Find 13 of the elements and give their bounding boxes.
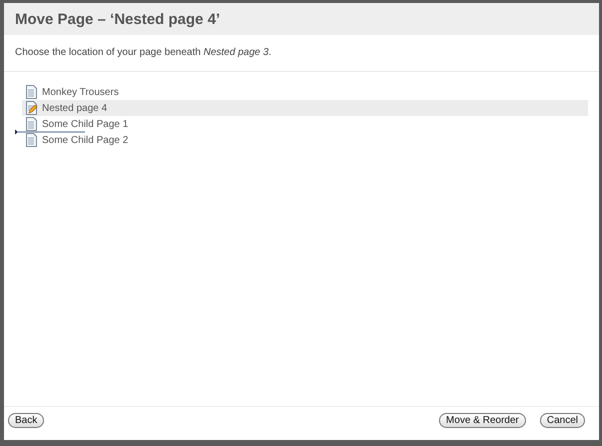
- page-icon: [25, 85, 38, 99]
- page-icon: [25, 133, 38, 147]
- page-item[interactable]: Some Child Page 2: [22, 132, 588, 148]
- page-item[interactable]: Some Child Page 1: [22, 116, 588, 132]
- description-text: Choose the location of your page beneath Nested page 3.: [4, 35, 599, 72]
- move-reorder-button[interactable]: Move & Reorder: [439, 413, 526, 428]
- page-item[interactable]: Monkey Trousers: [22, 84, 588, 100]
- page-icon: [25, 117, 38, 131]
- cancel-button[interactable]: Cancel: [540, 413, 585, 428]
- page-item[interactable]: Nested page 4: [22, 100, 588, 116]
- back-button[interactable]: Back: [8, 413, 44, 428]
- window-title: Move Page – ‘Nested page 4’: [15, 10, 220, 28]
- page-edit-icon: [25, 101, 38, 115]
